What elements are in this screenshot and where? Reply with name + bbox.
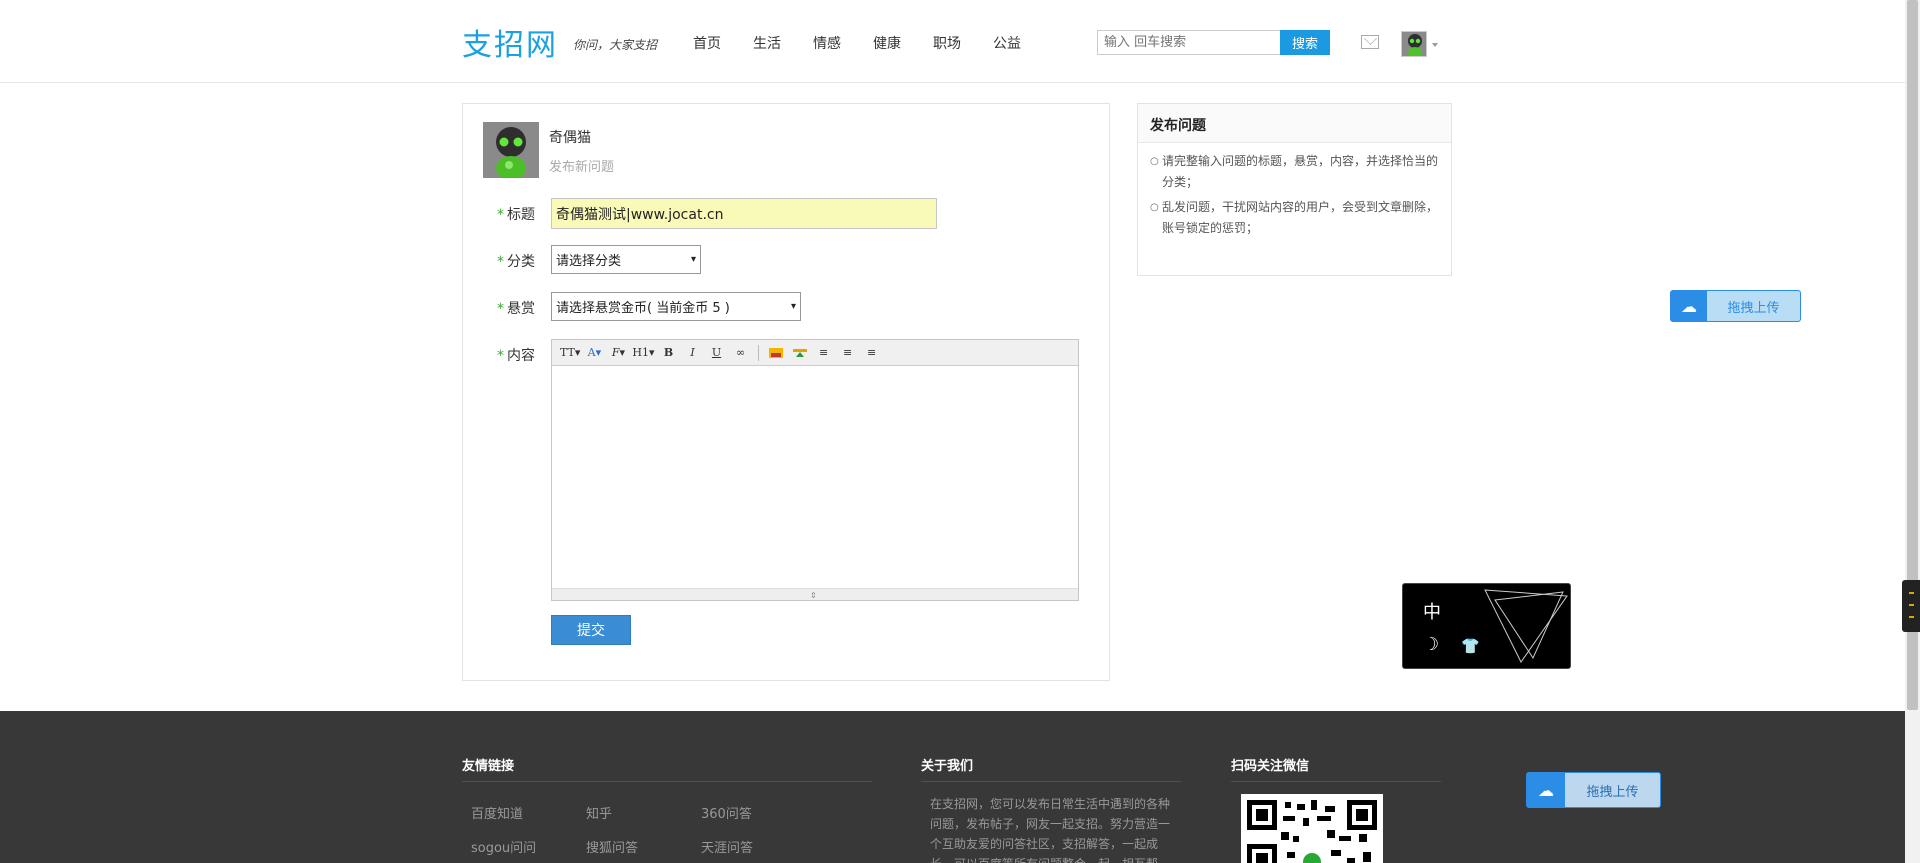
align-left-icon[interactable]: ≡: [814, 343, 834, 363]
nav-item-health[interactable]: 健康: [873, 33, 933, 53]
language-toggle[interactable]: 中: [1423, 598, 1441, 624]
top-header: 支招网 你问，大家支招 首页 生活 情感 健康 职场 公益 搜索: [0, 0, 1905, 83]
friend-links-title: 友情链接: [462, 759, 515, 774]
avatar: [483, 122, 539, 178]
moon-icon[interactable]: ☽: [1423, 634, 1439, 655]
wechat-qr-code: [1241, 794, 1383, 863]
about-title: 关于我们: [921, 759, 974, 774]
page-subtitle: 发布新问题: [549, 160, 615, 175]
cloud-icon: ☁: [1671, 291, 1707, 321]
publish-tips-panel: 发布问题 请完整输入问题的标题，悬赏，内容，并选择恰当的分类； 乱发问题，干扰网…: [1137, 103, 1452, 276]
site-slogan: 你问，大家支招: [573, 38, 658, 52]
wechat-title: 扫码关注微信: [1231, 759, 1310, 774]
editor-toolbar: TT ▾ A ▾ F ▾ H1 ▾ B I U ∞ ≡ ≡ ≡: [552, 340, 1078, 366]
tips-list: 请完整输入问题的标题，悬赏，内容，并选择恰当的分类； 乱发问题，干扰网站内容的用…: [1138, 143, 1451, 239]
divider: [462, 781, 872, 782]
divider: [921, 781, 1181, 782]
nav-item-life[interactable]: 生活: [753, 33, 813, 53]
main-nav: 首页 生活 情感 健康 职场 公益: [693, 33, 1053, 53]
submit-button[interactable]: 提交: [551, 615, 631, 645]
nav-item-workplace[interactable]: 职场: [933, 33, 993, 53]
drag-upload-button-secondary[interactable]: ☁ 拖拽上传: [1526, 772, 1661, 808]
user-avatar[interactable]: [1401, 31, 1427, 57]
heading-icon[interactable]: H1 ▾: [632, 343, 654, 363]
chevron-down-icon: ▾: [790, 301, 796, 312]
side-toolbar-tab[interactable]: [1902, 580, 1920, 632]
footer-link-baidu[interactable]: 百度知道: [471, 803, 523, 822]
toolbar-divider: [757, 344, 759, 361]
footer-link-sogou[interactable]: sogou问问: [471, 837, 536, 856]
align-right-icon[interactable]: ≡: [862, 343, 882, 363]
bold-icon[interactable]: B: [659, 343, 679, 363]
drag-upload-button[interactable]: ☁ 拖拽上传: [1670, 290, 1801, 322]
link-icon[interactable]: ∞: [731, 343, 751, 363]
site-logo[interactable]: 支招网: [462, 20, 558, 64]
shirt-icon[interactable]: 👕: [1461, 637, 1480, 655]
title-field[interactable]: [551, 198, 937, 229]
triangle-logo-icon: [1484, 589, 1568, 663]
resize-grip-icon: ⇕: [810, 591, 817, 600]
category-label: * 分类: [497, 254, 535, 270]
editor-content-area[interactable]: [552, 366, 1078, 588]
divider: [1231, 781, 1441, 782]
insert-code-icon[interactable]: [790, 343, 810, 363]
category-select[interactable]: 请选择分类 ▾: [551, 245, 701, 274]
underline-icon[interactable]: U: [707, 343, 727, 363]
theme-switcher-widget: 中 ☽ 👕: [1402, 583, 1571, 669]
nav-item-emotion[interactable]: 情感: [813, 33, 873, 53]
font-size-icon[interactable]: TT ▾: [560, 343, 580, 363]
image-icon[interactable]: [766, 343, 786, 363]
font-color-icon[interactable]: A ▾: [584, 343, 604, 363]
footer-link-tianya[interactable]: 天涯问答: [701, 837, 753, 856]
chevron-down-icon: ▾: [690, 254, 696, 265]
mail-icon[interactable]: [1361, 35, 1379, 49]
reward-select[interactable]: 请选择悬赏金币( 当前金币 5 ) ▾: [551, 292, 801, 321]
footer-link-sohu[interactable]: 搜狐问答: [586, 837, 638, 856]
chevron-down-icon[interactable]: [1432, 43, 1438, 47]
about-text: 在支招网，您可以发布日常生活中遇到的各种问题，发布帖子，网友一起支招。努力营造一…: [930, 797, 1171, 863]
align-center-icon[interactable]: ≡: [838, 343, 858, 363]
title-label: * 标题: [497, 207, 535, 223]
required-mark: *: [497, 207, 504, 223]
question-form-panel: 奇偶猫 发布新问题 *标题 *分类 请选择分类 ▾ *悬赏 请选择悬赏金币( 当…: [462, 103, 1110, 681]
reward-label: * 悬赏: [497, 301, 535, 317]
side-panel-title: 发布问题: [1138, 104, 1451, 143]
content-label: * 内容: [497, 348, 535, 364]
footer-link-zhihu[interactable]: 知乎: [586, 803, 612, 822]
footer-link-360[interactable]: 360问答: [701, 803, 752, 822]
editor-resize-handle[interactable]: ⇕: [552, 588, 1078, 600]
search-button[interactable]: 搜索: [1280, 30, 1330, 55]
rich-text-editor: TT ▾ A ▾ F ▾ H1 ▾ B I U ∞ ≡ ≡ ≡ ⇕: [551, 339, 1079, 601]
list-item: 乱发问题，干扰网站内容的用户，会受到文章删除，账号锁定的惩罚；: [1150, 197, 1441, 239]
font-family-icon[interactable]: F ▾: [608, 343, 628, 363]
username: 奇偶猫: [549, 130, 591, 146]
italic-icon[interactable]: I: [683, 343, 703, 363]
list-item: 请完整输入问题的标题，悬赏，内容，并选择恰当的分类；: [1150, 151, 1441, 193]
nav-item-home[interactable]: 首页: [693, 33, 753, 53]
cloud-icon: ☁: [1527, 773, 1565, 807]
nav-item-charity[interactable]: 公益: [993, 33, 1053, 53]
